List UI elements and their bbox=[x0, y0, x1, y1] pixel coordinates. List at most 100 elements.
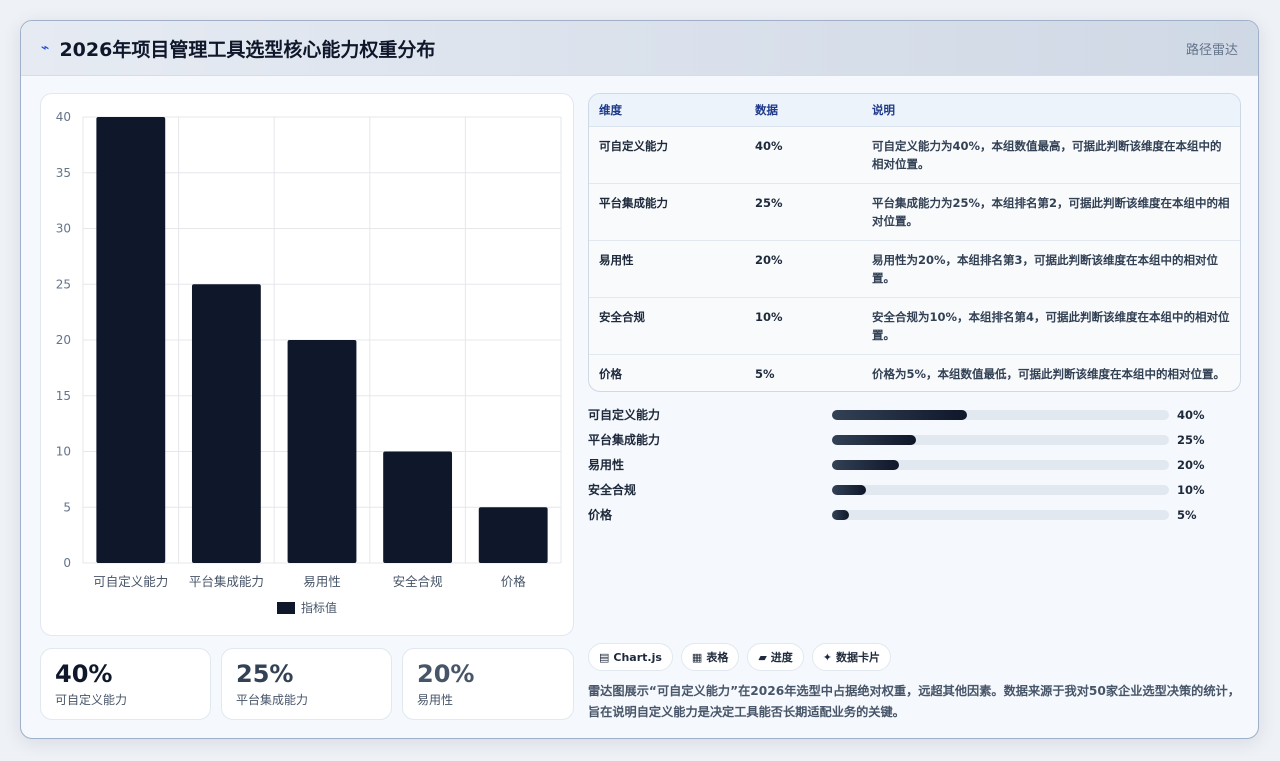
dashboard-frame: ⌁ 2026年项目管理工具选型核心能力权重分布 路径雷达 0 5 10 15 20 25 3… bbox=[20, 20, 1259, 739]
progress-track bbox=[832, 434, 1169, 445]
chip-label: Chart.js bbox=[613, 650, 662, 664]
x-tick-label: 平台集成能力 bbox=[189, 574, 264, 589]
y-tick-label: 40 bbox=[56, 110, 71, 124]
table-header: 维度 bbox=[589, 94, 745, 127]
table-cell: 易用性 bbox=[589, 240, 745, 298]
progress-icon: ▰ bbox=[758, 650, 767, 664]
table-header-row: 维度 数据 说明 bbox=[589, 94, 1240, 127]
card-icon: ✦ bbox=[822, 650, 833, 664]
bar bbox=[287, 340, 357, 563]
bar bbox=[191, 284, 261, 563]
chip-label: 进度 bbox=[770, 651, 793, 664]
progress-track bbox=[832, 484, 1169, 495]
stat-value: 25% bbox=[236, 660, 294, 688]
y-tick-label: 35 bbox=[56, 166, 71, 180]
view-chips: ▤ Chart.js ▦ 表格 ▰ 进度 ✦ 数据卡片 bbox=[588, 643, 892, 671]
table-cell: 价格为5%，本组数值最低，可据此判断该维度在本组中的相对位置。 bbox=[872, 366, 1226, 381]
table-cell: 5% bbox=[755, 366, 775, 381]
stat-value: 20% bbox=[417, 660, 475, 688]
bar bbox=[96, 117, 166, 563]
table-row: 平台集成能力 25% 平台集成能力为25%，本组排名第2，可据此判断该维度在本组… bbox=[589, 183, 1240, 241]
y-tick-label: 5 bbox=[63, 500, 71, 514]
progress-fill bbox=[832, 434, 917, 445]
table-header: 数据 bbox=[745, 94, 862, 127]
table-row: 价格 5% 价格为5%，本组数值最低，可据此判断该维度在本组中的相对位置。 bbox=[589, 354, 1240, 391]
y-tick-label: 25 bbox=[56, 277, 71, 291]
table-cell: 40% bbox=[745, 126, 862, 184]
table-cell: 10% bbox=[745, 297, 862, 355]
chart-description: 雷达图展示“可自定义能力”在2026年选型中占据绝对权重，远超其他因素。数据来源… bbox=[588, 684, 1240, 719]
stat-card-1: 40% 可自定义能力 bbox=[40, 648, 211, 720]
x-tick-label: 可自定义能力 bbox=[93, 574, 168, 589]
legend-label: 指标值 bbox=[300, 601, 337, 615]
table-cell: 20% bbox=[745, 240, 862, 298]
trend-icon: ⌁ bbox=[41, 40, 50, 56]
chip-label: 数据卡片 bbox=[836, 651, 881, 664]
progress-row: 平台集成能力 25% bbox=[588, 427, 1241, 452]
table-cell: 可自定义能力 bbox=[589, 126, 745, 184]
chart-legend[interactable]: 指标值 bbox=[41, 599, 573, 616]
table-cell: 平台集成能力 bbox=[589, 183, 745, 241]
chip-table[interactable]: ▦ 表格 bbox=[680, 643, 740, 671]
table-row: 易用性 20% 易用性为20%，本组排名第3，可据此判断该维度在本组中的相对位置… bbox=[589, 240, 1240, 298]
data-table: 维度 数据 说明 可自定义能力 40% 可自定义能力为40%，本组数值最高，可据… bbox=[589, 94, 1240, 391]
chip-progress[interactable]: ▰ 进度 bbox=[747, 643, 804, 671]
progress-value: 20% bbox=[1177, 457, 1205, 472]
table-cell: 安全合规为10%，本组排名第4，可据此判断该维度在本组中的相对位置。 bbox=[862, 297, 1240, 355]
stat-label: 可自定义能力 bbox=[55, 693, 128, 707]
chip-cards[interactable]: ✦ 数据卡片 bbox=[811, 643, 892, 671]
header: ⌁ 2026年项目管理工具选型核心能力权重分布 路径雷达 bbox=[21, 21, 1258, 76]
progress-label: 价格 bbox=[588, 508, 613, 522]
table-cell: 易用性为20%，本组排名第3，可据此判断该维度在本组中的相对位置。 bbox=[862, 240, 1240, 298]
data-table-card: 维度 数据 说明 可自定义能力 40% 可自定义能力为40%，本组数值最高，可据… bbox=[588, 93, 1241, 392]
stat-value: 40% bbox=[55, 660, 113, 688]
legend-swatch bbox=[276, 601, 295, 614]
stat-label: 易用性 bbox=[417, 693, 454, 707]
progress-value: 10% bbox=[1177, 482, 1205, 497]
progress-track bbox=[832, 409, 1169, 420]
table-cell: 可自定义能力为40%，本组数值最高，可据此判断该维度在本组中的相对位置。 bbox=[862, 126, 1240, 184]
progress-row: 易用性 20% bbox=[588, 452, 1241, 477]
progress-row: 安全合规 10% bbox=[588, 477, 1241, 502]
table-cell: 价格 bbox=[599, 366, 622, 381]
y-tick-label: 0 bbox=[63, 556, 71, 570]
progress-fill bbox=[832, 509, 849, 520]
table-row: 安全合规 10% 安全合规为10%，本组排名第4，可据此判断该维度在本组中的相对… bbox=[589, 297, 1240, 355]
chip-label: 表格 bbox=[706, 651, 729, 664]
progress-label: 可自定义能力 bbox=[588, 408, 661, 422]
y-tick-label: 30 bbox=[56, 222, 71, 236]
progress-value: 5% bbox=[1177, 507, 1197, 522]
progress-label: 安全合规 bbox=[588, 483, 637, 497]
progress-row: 价格 5% bbox=[588, 502, 1241, 527]
y-tick-label: 20 bbox=[56, 333, 71, 347]
table-header: 说明 bbox=[862, 94, 1240, 127]
progress-label: 平台集成能力 bbox=[588, 433, 661, 447]
table-row: 可自定义能力 40% 可自定义能力为40%，本组数值最高，可据此判断该维度在本组… bbox=[589, 126, 1240, 184]
progress-label: 易用性 bbox=[588, 458, 625, 472]
progress-value: 40% bbox=[1177, 407, 1205, 422]
y-tick-label: 15 bbox=[56, 389, 71, 403]
progress-fill bbox=[832, 459, 900, 470]
page-title: 2026年项目管理工具选型核心能力权重分布 bbox=[59, 38, 436, 61]
stat-card-3: 20% 易用性 bbox=[402, 648, 574, 720]
header-tag: 路径雷达 bbox=[1185, 42, 1238, 58]
progress-list: 可自定义能力 40% 平台集成能力 25% 易用性 20% 安全合规 10% 价… bbox=[588, 402, 1241, 527]
progress-row: 可自定义能力 40% bbox=[588, 402, 1241, 427]
chart-icon: ▤ bbox=[599, 650, 610, 664]
progress-value: 25% bbox=[1177, 432, 1205, 447]
stat-card-2: 25% 平台集成能力 bbox=[221, 648, 392, 720]
progress-track bbox=[832, 509, 1169, 520]
bar bbox=[478, 507, 548, 563]
x-tick-label: 易用性 bbox=[303, 574, 341, 589]
x-tick-label: 价格 bbox=[501, 574, 527, 589]
progress-track bbox=[832, 459, 1169, 470]
title-wrap: ⌁ 2026年项目管理工具选型核心能力权重分布 bbox=[41, 35, 435, 62]
table-cell: 平台集成能力为25%，本组排名第2，可据此判断该维度在本组中的相对位置。 bbox=[862, 183, 1240, 241]
y-tick-label: 10 bbox=[56, 445, 71, 459]
progress-fill bbox=[832, 484, 866, 495]
table-cell: 25% bbox=[745, 183, 862, 241]
table-cell: 安全合规 bbox=[589, 297, 745, 355]
chip-chartjs[interactable]: ▤ Chart.js bbox=[588, 643, 673, 671]
progress-fill bbox=[832, 409, 967, 420]
stat-label: 平台集成能力 bbox=[236, 693, 309, 707]
